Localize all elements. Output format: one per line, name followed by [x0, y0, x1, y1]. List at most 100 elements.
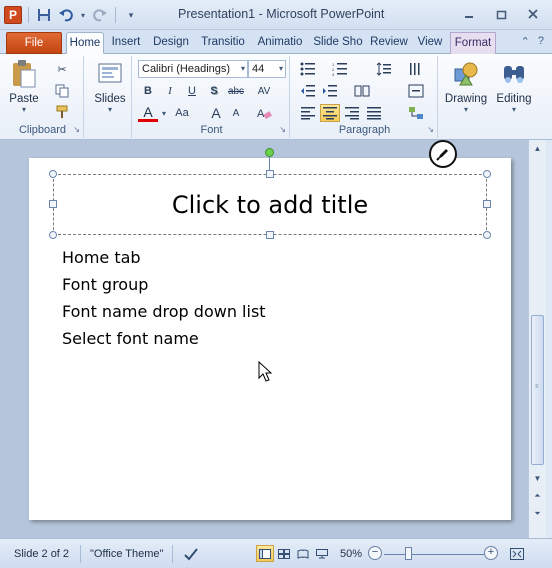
- italic-button[interactable]: I: [160, 82, 180, 100]
- numbering-icon[interactable]: 123: [330, 60, 350, 78]
- resize-handle-bottom-left[interactable]: [49, 231, 57, 239]
- powerpoint-logo-icon[interactable]: P: [4, 6, 22, 24]
- next-slide-icon[interactable]: ⏷: [529, 506, 546, 522]
- align-center-icon[interactable]: [320, 104, 340, 122]
- paste-dropdown-icon[interactable]: ▾: [6, 105, 42, 114]
- font-color-button[interactable]: A: [138, 104, 158, 122]
- font-name-dropdown[interactable]: Calibri (Headings) ▾: [138, 60, 248, 78]
- minimize-icon[interactable]: [454, 4, 484, 24]
- slide-sorter-view-icon[interactable]: [275, 545, 293, 562]
- align-text-icon[interactable]: [406, 82, 426, 100]
- drawing-dropdown-icon[interactable]: ▾: [442, 105, 490, 114]
- resize-handle-bottom-right[interactable]: [483, 231, 491, 239]
- title-placeholder-text[interactable]: Click to add title: [172, 191, 368, 219]
- paragraph-launcher-icon[interactable]: ↘: [427, 125, 434, 134]
- scrollbar-thumb[interactable]: ≡: [531, 315, 544, 465]
- font-color-dropdown-icon[interactable]: ▾: [160, 104, 168, 122]
- underline-button[interactable]: U: [182, 82, 202, 100]
- grow-font-button[interactable]: A: [206, 104, 226, 122]
- previous-slide-icon[interactable]: ⏶: [529, 488, 546, 504]
- body-line[interactable]: Home tab: [62, 244, 266, 271]
- align-right-icon[interactable]: [342, 104, 362, 122]
- resize-handle-right[interactable]: [483, 200, 491, 208]
- bold-button[interactable]: B: [138, 82, 158, 100]
- save-icon[interactable]: [35, 6, 53, 24]
- tab-design[interactable]: Design: [149, 32, 193, 54]
- redo-icon[interactable]: [91, 6, 109, 24]
- reading-view-icon[interactable]: [294, 545, 312, 562]
- character-spacing-button[interactable]: AV: [254, 82, 274, 100]
- bullets-icon[interactable]: [298, 60, 318, 78]
- tab-transitions[interactable]: Transitio: [197, 32, 249, 54]
- scroll-down-icon[interactable]: ▼: [529, 470, 546, 486]
- tab-review[interactable]: Review: [368, 32, 410, 54]
- clipboard-launcher-icon[interactable]: ↘: [73, 125, 80, 134]
- close-icon[interactable]: [518, 4, 548, 24]
- body-line[interactable]: Select font name: [62, 325, 266, 352]
- justify-icon[interactable]: [364, 104, 384, 122]
- smartart-icon[interactable]: [406, 104, 426, 122]
- tab-insert[interactable]: Insert: [107, 32, 145, 54]
- increase-indent-icon[interactable]: [320, 82, 340, 100]
- minimize-ribbon-icon[interactable]: ⌃: [521, 35, 530, 48]
- body-line[interactable]: Font name drop down list: [62, 298, 266, 325]
- decrease-indent-icon[interactable]: [298, 82, 318, 100]
- tab-slide-show[interactable]: Slide Sho: [311, 32, 365, 54]
- paste-button[interactable]: Paste ▾: [6, 58, 42, 114]
- tab-view[interactable]: View: [414, 32, 446, 54]
- slides-button[interactable]: Slides ▾: [92, 58, 128, 114]
- align-left-icon[interactable]: [298, 104, 318, 122]
- spell-check-icon[interactable]: [182, 545, 200, 562]
- help-icon[interactable]: ?: [538, 35, 544, 48]
- resize-handle-top-right[interactable]: [483, 170, 491, 178]
- zoom-slider-thumb[interactable]: [405, 547, 412, 560]
- undo-dropdown-icon[interactable]: ▾: [79, 6, 87, 24]
- body-line[interactable]: Font group: [62, 271, 266, 298]
- drawing-button[interactable]: Drawing ▾: [442, 58, 490, 114]
- zoom-level[interactable]: 50%: [340, 548, 362, 560]
- format-painter-icon[interactable]: [52, 103, 72, 121]
- customize-qat-icon[interactable]: ▾: [122, 6, 140, 24]
- slide-counter[interactable]: Slide 2 of 2: [14, 548, 69, 560]
- normal-view-icon[interactable]: [256, 545, 274, 562]
- scroll-up-icon[interactable]: ▲: [529, 140, 546, 156]
- restore-icon[interactable]: [486, 4, 516, 24]
- zoom-slider-track[interactable]: [384, 554, 484, 555]
- columns-icon[interactable]: [352, 82, 372, 100]
- editing-button[interactable]: Editing ▾: [492, 58, 536, 114]
- theme-name[interactable]: "Office Theme": [90, 548, 163, 560]
- tab-file[interactable]: File: [6, 32, 62, 54]
- slides-dropdown-icon[interactable]: ▾: [92, 105, 128, 114]
- tab-format[interactable]: Format: [450, 32, 496, 54]
- clear-formatting-icon[interactable]: A: [254, 104, 274, 122]
- resize-handle-top-left[interactable]: [49, 170, 57, 178]
- slide-canvas[interactable]: Click to add title Home tab Font group F…: [29, 148, 511, 520]
- resize-handle-bottom[interactable]: [266, 231, 274, 239]
- cut-icon[interactable]: ✂: [52, 60, 72, 78]
- slide-show-view-icon[interactable]: [313, 545, 331, 562]
- font-size-dropdown[interactable]: 44 ▾: [248, 60, 286, 78]
- slide-editing-pane[interactable]: Click to add title Home tab Font group F…: [0, 140, 528, 538]
- shrink-font-button[interactable]: A: [226, 104, 246, 122]
- zoom-in-button[interactable]: +: [484, 546, 498, 560]
- strikethrough-button[interactable]: abc: [226, 82, 246, 100]
- resize-handle-left[interactable]: [49, 200, 57, 208]
- editing-dropdown-icon[interactable]: ▾: [492, 105, 536, 114]
- text-direction-icon[interactable]: [406, 60, 426, 78]
- tab-animations[interactable]: Animatio: [253, 32, 307, 54]
- rotation-handle[interactable]: [265, 148, 274, 157]
- body-text[interactable]: Home tab Font group Font name drop down …: [62, 244, 266, 352]
- pen-icon[interactable]: [429, 140, 457, 168]
- undo-icon[interactable]: [57, 6, 75, 24]
- fit-to-window-icon[interactable]: [508, 545, 526, 562]
- vertical-scrollbar[interactable]: ▲ ≡ ▼ ⏶ ⏷: [528, 140, 546, 538]
- tab-home[interactable]: Home: [66, 32, 104, 54]
- shadow-button[interactable]: S: [204, 82, 224, 100]
- copy-icon[interactable]: [52, 82, 72, 100]
- font-launcher-icon[interactable]: ↘: [279, 125, 286, 134]
- change-case-button[interactable]: Aa: [172, 104, 192, 122]
- line-spacing-icon[interactable]: [374, 60, 394, 78]
- resize-handle-top[interactable]: [266, 170, 274, 178]
- title-placeholder[interactable]: Click to add title: [53, 174, 487, 235]
- zoom-out-button[interactable]: −: [368, 546, 382, 560]
